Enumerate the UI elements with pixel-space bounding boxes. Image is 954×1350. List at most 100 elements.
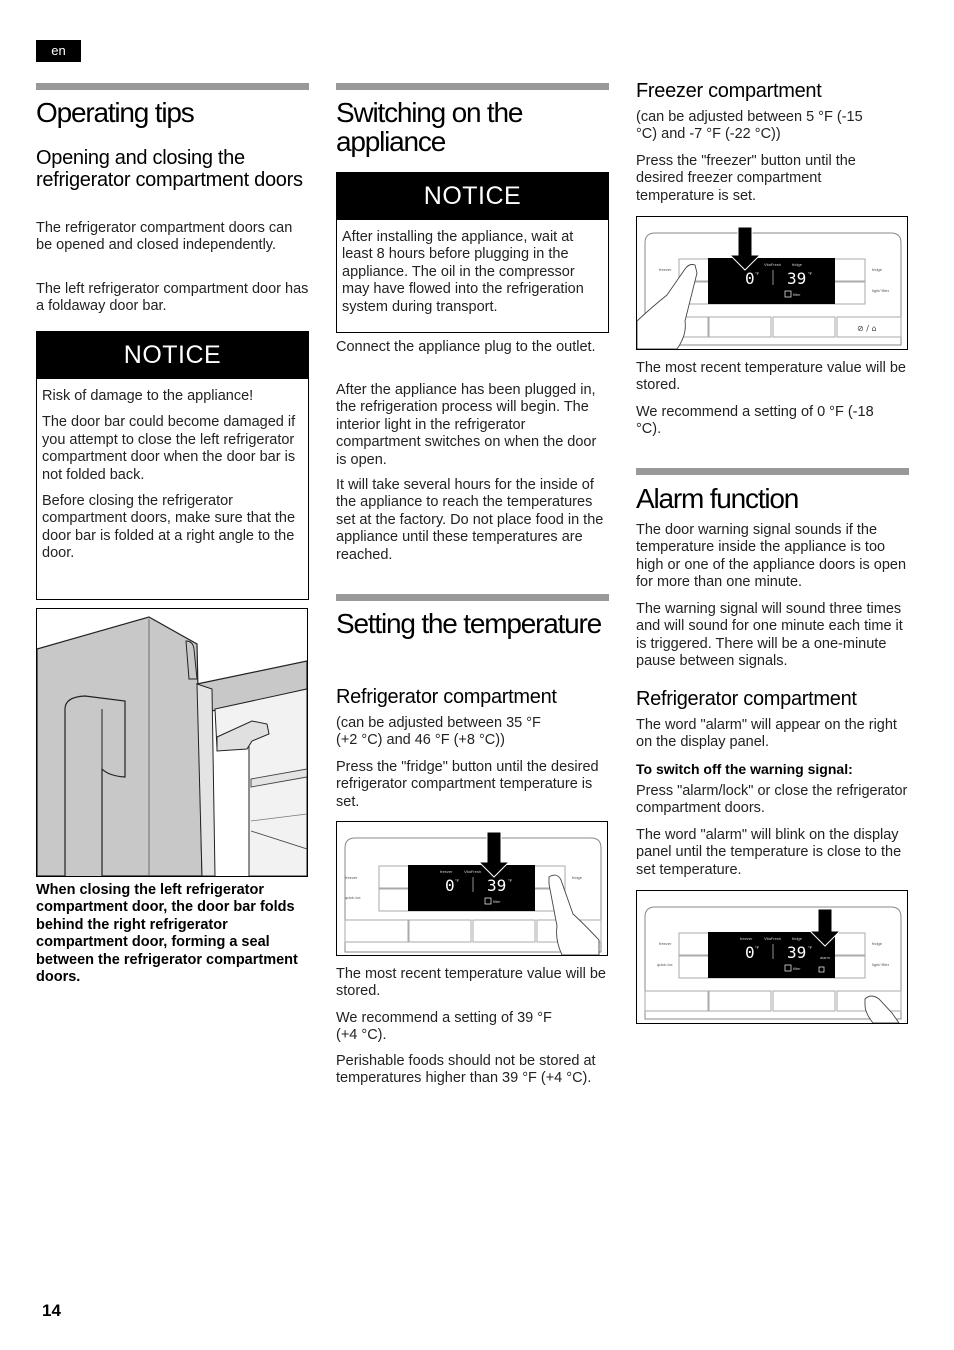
light-filter-button bbox=[833, 281, 866, 305]
panel-label-fridge: fridge bbox=[572, 875, 583, 880]
language-tag: en bbox=[36, 40, 81, 62]
bottom-button-2 bbox=[708, 316, 772, 338]
fridge-button bbox=[833, 258, 866, 282]
control-panel-fridge-figure: freezer quick ice fridge freezer VitaFre… bbox=[336, 821, 608, 956]
freezer-temp-readout: 0 bbox=[745, 943, 755, 962]
fridge-temp-readout: 39 bbox=[487, 876, 506, 895]
fridge-door-drawing bbox=[37, 616, 307, 876]
freezer-recommend-para: We recommend a setting of 0 °F (-18 °C). bbox=[636, 404, 874, 438]
panel-label-fridge: fridge bbox=[872, 267, 883, 272]
fridge-instruction: Press the "fridge" button until the desi… bbox=[336, 759, 599, 810]
fridge-temp-readout: 39 bbox=[787, 269, 806, 288]
freezer-button bbox=[678, 932, 710, 956]
svg-text:°F: °F bbox=[808, 945, 813, 950]
quick-ice-button bbox=[678, 955, 710, 979]
freezer-instruction: Press the "freezer" button until the des… bbox=[636, 153, 856, 204]
quick-ice-button bbox=[378, 888, 410, 912]
bottom-button-2 bbox=[408, 919, 472, 943]
figure-caption: When closing the left refrigerator compa… bbox=[36, 882, 298, 986]
display-label-freezer: freezer bbox=[740, 936, 753, 941]
fridge-button bbox=[833, 932, 866, 956]
section-rule bbox=[636, 468, 909, 475]
freezer-button bbox=[378, 865, 410, 889]
door-para-1: The refrigerator compartment doors can b… bbox=[36, 220, 293, 254]
alarm-para-1: The door warning signal sounds if the te… bbox=[636, 522, 907, 591]
control-panel-drawing: freezer quick ice fridge light/ filter f… bbox=[644, 906, 902, 1023]
display-filter-label: filter bbox=[793, 966, 801, 971]
bottom-button-3 bbox=[472, 919, 536, 943]
display-label-vitafresh: VitaFresh bbox=[764, 262, 781, 267]
freezer-temp-readout: 0 bbox=[445, 876, 455, 895]
svg-text:°F: °F bbox=[508, 878, 513, 883]
display-label-fridge: fridge bbox=[792, 262, 803, 267]
fridge-temp-readout: 39 bbox=[787, 943, 806, 962]
bottom-button-3 bbox=[772, 990, 836, 1012]
display-label-vitafresh: VitaFresh bbox=[764, 936, 781, 941]
operating-tips-title: Operating tips bbox=[36, 97, 195, 128]
panel-label-fridge: fridge bbox=[872, 941, 883, 946]
bottom-button-3 bbox=[772, 316, 836, 338]
display-label-vitafresh: VitaFresh bbox=[464, 869, 481, 874]
door-bar-notice: NOTICE Risk of damage to the appliance! … bbox=[36, 331, 309, 600]
page-number: 14 bbox=[42, 1301, 61, 1320]
perishable-para: Perishable foods should not be stored at… bbox=[336, 1053, 596, 1087]
alarm-function-title: Alarm function bbox=[636, 483, 799, 514]
freezer-compartment-heading: Freezer compartment bbox=[636, 80, 822, 102]
freezer-stored-para: The most recent temperature value will b… bbox=[636, 360, 906, 394]
door-opening-subtitle: Opening and closing the refrigerator com… bbox=[36, 147, 303, 191]
light-filter-button bbox=[833, 955, 866, 979]
setting-temperature-title: Setting the temperature bbox=[336, 608, 602, 639]
panel-label-quick-ice: quick ice bbox=[657, 962, 673, 967]
alarm-fridge-para-1: The word "alarm" will appear on the righ… bbox=[636, 717, 897, 751]
display-label-freezer: freezer bbox=[440, 869, 453, 874]
fridge-compartment-heading: Refrigerator compartment bbox=[336, 686, 557, 708]
svg-text:°F: °F bbox=[455, 878, 460, 883]
panel-label-light-filter: light/ filter bbox=[872, 288, 890, 293]
several-hours-para: It will take several hours for the insid… bbox=[336, 477, 604, 563]
notice-line: Risk of damage to the appliance! bbox=[42, 388, 254, 404]
svg-text:°F: °F bbox=[808, 271, 813, 276]
panel-label-freezer: freezer bbox=[659, 267, 672, 272]
display-label-fridge: fridge bbox=[792, 936, 803, 941]
notice-line: The door bar could become damaged if you… bbox=[42, 414, 296, 483]
panel-label-light-filter: light/ filter bbox=[872, 962, 890, 967]
notice-line: Before closing the refrigerator compartm… bbox=[42, 493, 296, 562]
fridge-range: (can be adjusted between 35 °F (+2 °C) a… bbox=[336, 715, 541, 749]
alarm-fridge-para-2: Press "alarm/lock" or close the refriger… bbox=[636, 783, 908, 817]
switch-off-label: To switch off the warning signal: bbox=[636, 761, 853, 777]
panel-label-freezer: freezer bbox=[345, 875, 358, 880]
bottom-button-1 bbox=[644, 990, 709, 1012]
alarm-fridge-para-3: The word "alarm" will blink on the displ… bbox=[636, 827, 902, 878]
control-panel-freezer-figure: freezer fridge light/ filter VitaFresh f… bbox=[636, 216, 908, 350]
display-filter-label: filter bbox=[493, 899, 501, 904]
display-alarm-label: alarm bbox=[820, 955, 831, 960]
control-panel-drawing: freezer quick ice fridge freezer VitaFre… bbox=[344, 831, 602, 955]
panel-label-quick-ice: quick ice bbox=[345, 895, 361, 900]
control-panel-drawing: freezer fridge light/ filter VitaFresh f… bbox=[637, 226, 902, 349]
freezer-range: (can be adjusted between 5 °F (-15 °C) a… bbox=[636, 109, 863, 143]
panel-label-freezer: freezer bbox=[659, 941, 672, 946]
plugged-in-para: After the appliance has been plugged in,… bbox=[336, 382, 597, 468]
display-filter-label: filter bbox=[793, 292, 801, 297]
door-bar-illustration bbox=[36, 608, 308, 877]
alarm-fridge-heading: Refrigerator compartment bbox=[636, 688, 857, 710]
section-rule bbox=[36, 83, 309, 90]
svg-text:°F: °F bbox=[755, 271, 760, 276]
fridge-stored-para: The most recent temperature value will b… bbox=[336, 966, 606, 1000]
transport-notice: NOTICE After installing the appliance, w… bbox=[336, 172, 609, 333]
notice-heading: NOTICE bbox=[337, 173, 608, 220]
section-rule bbox=[336, 594, 609, 601]
freezer-temp-readout: 0 bbox=[745, 269, 755, 288]
notice-text: After installing the appliance, wait at … bbox=[342, 229, 584, 315]
door-para-2: The left refrigerator compartment door h… bbox=[36, 281, 309, 315]
bottom-button-1 bbox=[344, 919, 409, 943]
alarm-lock-label: ⊘ / ⌂ bbox=[857, 324, 877, 333]
alarm-para-2: The warning signal will sound three time… bbox=[636, 601, 903, 670]
section-rule bbox=[336, 83, 609, 90]
fridge-recommend-para: We recommend a setting of 39 °F (+4 °C). bbox=[336, 1010, 552, 1044]
connect-plug-para: Connect the appliance plug to the outlet… bbox=[336, 339, 596, 355]
bottom-button-2 bbox=[708, 990, 772, 1012]
switching-on-title: Switching on the appliance bbox=[336, 97, 523, 157]
control-panel-alarm-figure: freezer quick ice fridge light/ filter f… bbox=[636, 890, 908, 1024]
svg-text:°F: °F bbox=[755, 945, 760, 950]
